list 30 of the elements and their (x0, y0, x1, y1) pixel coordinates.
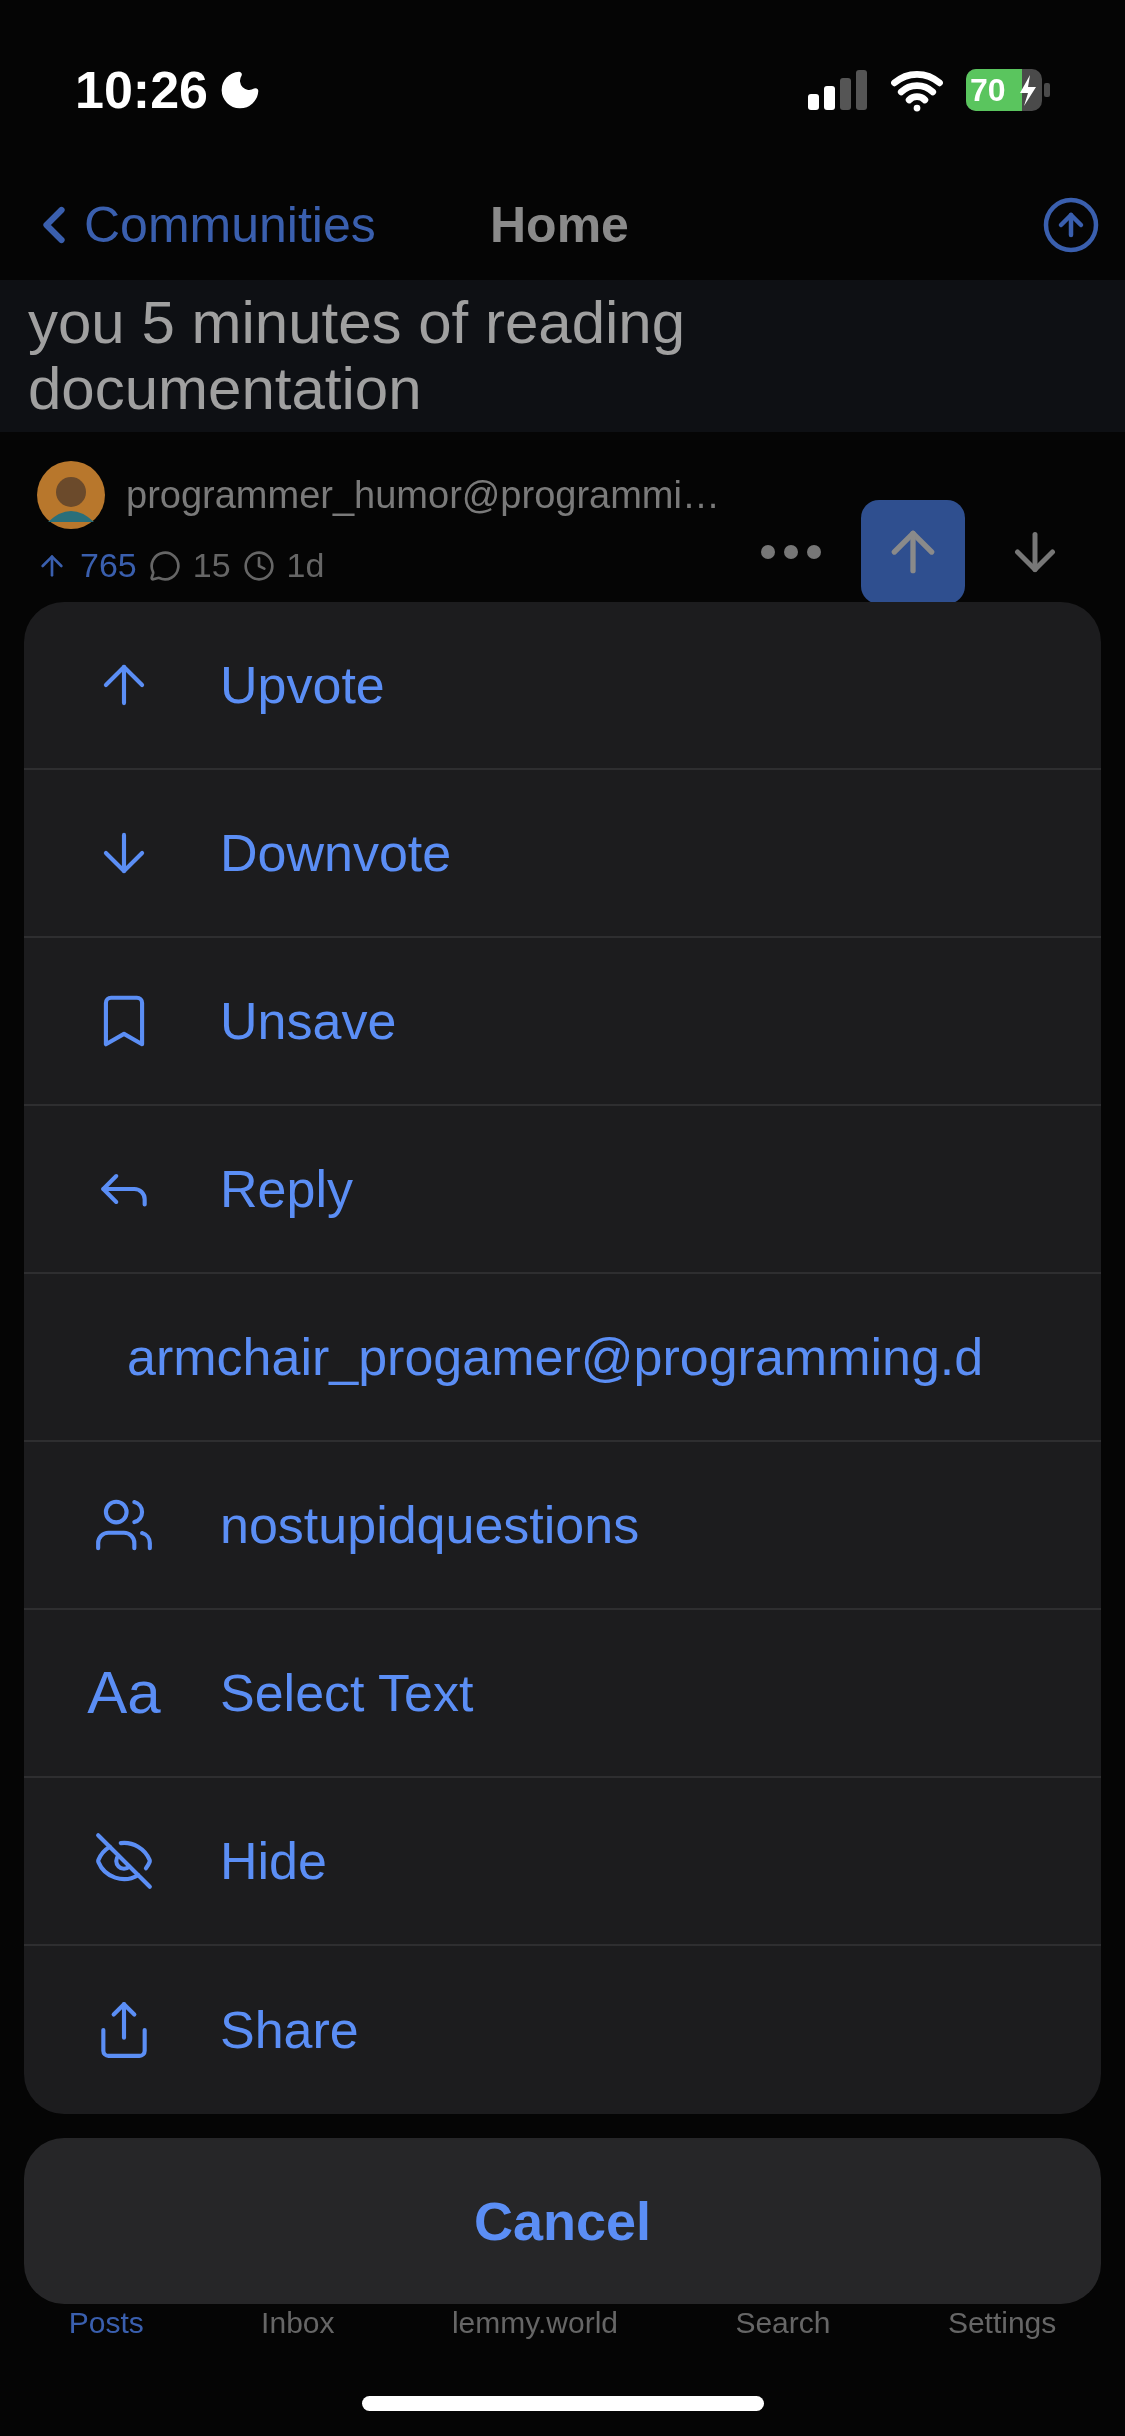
community-name: programmer_humor@programmi… (126, 472, 720, 518)
comment-icon (148, 549, 181, 582)
scroll-up-icon[interactable] (1041, 195, 1101, 255)
post-age: 1d (286, 545, 325, 586)
menu-item[interactable]: Upvote (220, 646, 385, 724)
eye-slash-icon (93, 1830, 155, 1892)
post-title: documentation (28, 356, 423, 422)
text-size-icon: Aa (87, 1663, 161, 1723)
avatar (36, 460, 106, 530)
menu-item[interactable]: Downvote (220, 814, 452, 892)
nav-title: Home (490, 195, 629, 255)
comment-count: 15 (192, 545, 231, 586)
post-title: you 5 minutes of reading (28, 290, 687, 356)
menu-item[interactable]: armchair_progamer@programming.d (127, 1318, 984, 1396)
signal-icon (808, 70, 868, 110)
battery-icon (966, 69, 1050, 111)
upvote-button[interactable] (861, 500, 965, 604)
menu-item[interactable]: Share (220, 1991, 359, 2069)
menu-item[interactable]: Select Text (220, 1654, 474, 1732)
menu-item[interactable]: Reply (220, 1150, 353, 1228)
menu-item[interactable]: Hide (220, 1822, 327, 1900)
back-button[interactable]: Communities (24, 187, 376, 263)
status-time: 10:26 (75, 60, 208, 121)
menu-item[interactable]: nostupidquestions (220, 1486, 640, 1564)
score: 765 (80, 545, 137, 586)
more-icon[interactable] (761, 545, 821, 559)
cancel-button[interactable]: Cancel (24, 2138, 1101, 2304)
battery-level: 70 (970, 71, 1006, 109)
clock-icon (242, 549, 275, 582)
menu-item[interactable]: Unsave (220, 982, 397, 1060)
